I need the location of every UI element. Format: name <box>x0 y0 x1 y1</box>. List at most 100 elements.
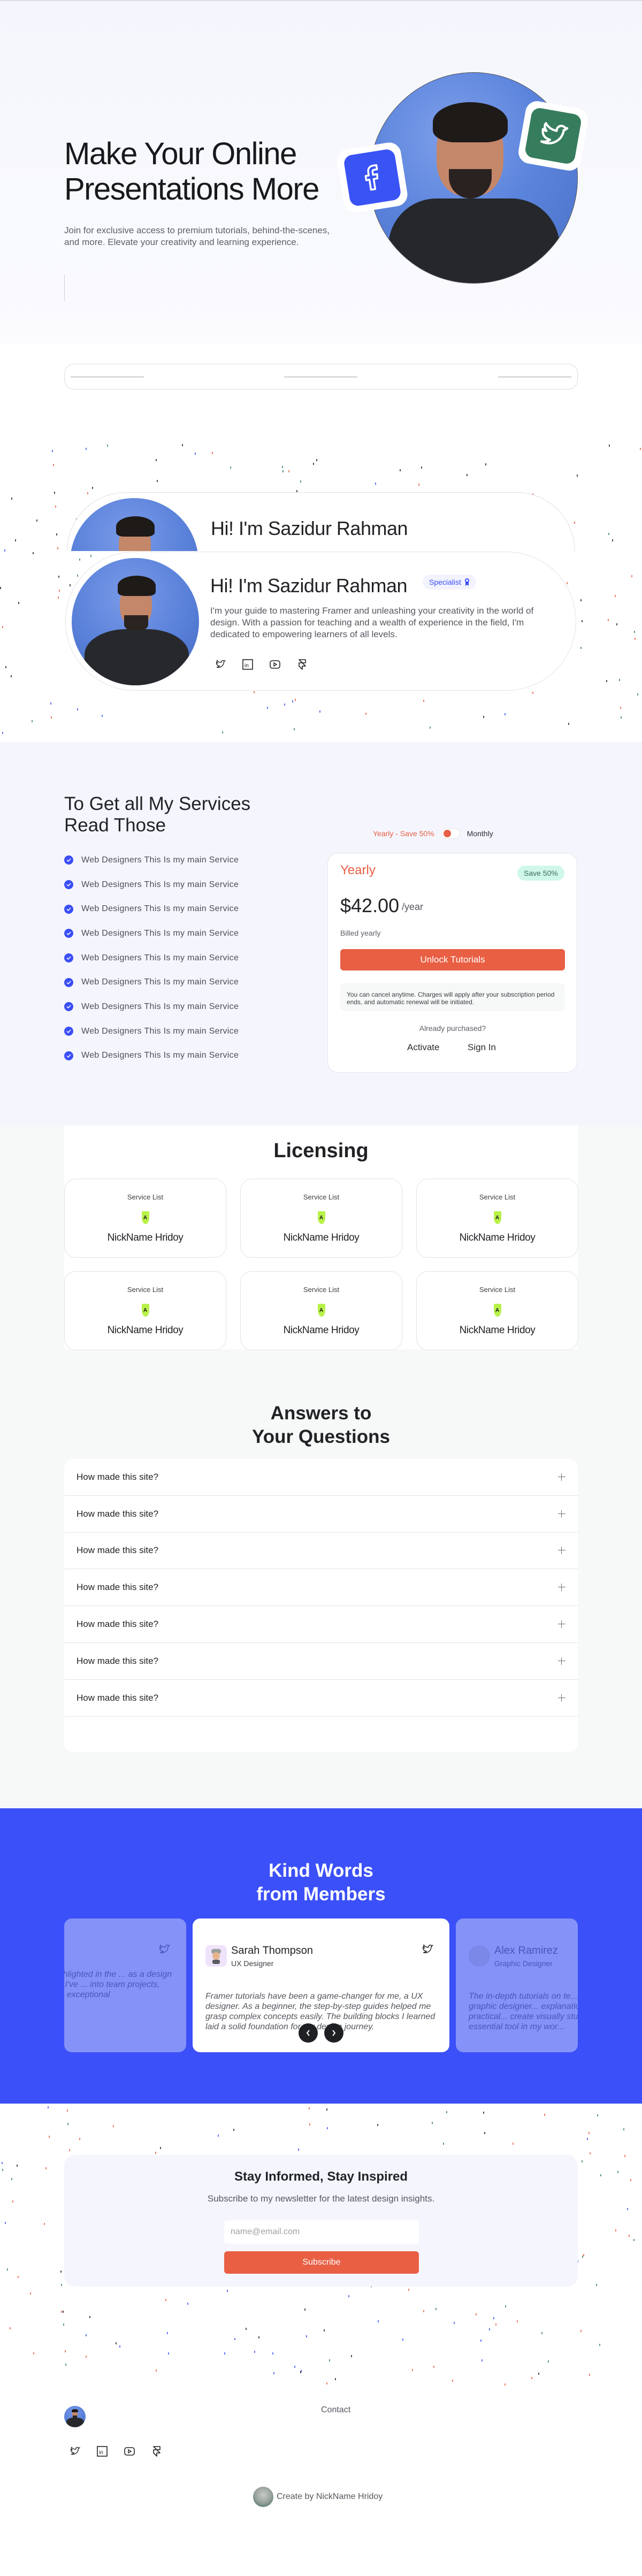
speckle <box>600 2174 601 2176</box>
speckle <box>306 2335 307 2337</box>
speckle <box>294 2366 295 2368</box>
about-avatar <box>72 558 199 685</box>
service-item: Web Designers This Is my main Service <box>64 970 239 995</box>
unlock-tutorials-button[interactable]: Unlock Tutorials <box>340 949 565 970</box>
speckle <box>70 584 71 586</box>
billing-switch[interactable] <box>441 828 460 839</box>
service-item: Web Designers This Is my main Service <box>64 995 239 1019</box>
speckle <box>582 2256 583 2258</box>
footer-social-links: in <box>68 2445 163 2458</box>
billing-note: Billed yearly <box>340 929 381 937</box>
youtube-link[interactable] <box>123 2445 136 2458</box>
speckle <box>58 576 59 578</box>
speckle <box>418 484 419 486</box>
footer-credit[interactable]: Create by NickName Hridoy <box>253 2487 383 2507</box>
twitter-link[interactable] <box>214 658 227 671</box>
license-card[interactable]: Service List A NickName Hridoy <box>416 1271 578 1350</box>
speckle <box>59 590 60 592</box>
speckle <box>505 713 506 715</box>
linkedin-link[interactable]: in <box>241 658 254 671</box>
plus-icon <box>558 1510 565 1518</box>
license-card-name: NickName Hridoy <box>107 1232 184 1243</box>
tab-placeholder[interactable] <box>284 376 357 378</box>
cancel-notice: You can cancel anytime. Charges will app… <box>340 983 565 1011</box>
testimonial-card-next[interactable]: Alex Ramirez Graphic Designer The in-dep… <box>456 1918 578 2052</box>
twitter-badge[interactable] <box>516 99 590 173</box>
faq-item[interactable]: How made this site? <box>64 1680 578 1717</box>
service-list: Web Designers This Is my main Service We… <box>64 848 239 1068</box>
license-card[interactable]: Service List A NickName Hridoy <box>416 1179 578 1258</box>
speckle <box>580 2330 582 2332</box>
speckle <box>86 2334 87 2336</box>
faq-item[interactable]: How made this site? <box>64 1496 578 1533</box>
framer-link[interactable] <box>150 2445 163 2458</box>
faq-item[interactable]: How made this site? <box>64 1533 578 1570</box>
tab-placeholder[interactable] <box>498 376 571 378</box>
about-name: Hi! I'm Sazidur Rahman <box>210 575 408 597</box>
license-card-name: NickName Hridoy <box>283 1325 360 1336</box>
check-circle-icon <box>64 1027 73 1036</box>
service-label: Web Designers This Is my main Service <box>81 880 239 889</box>
speckle <box>53 464 54 466</box>
about-card-back: Hi! I'm Sazidur Rahman <box>67 492 575 551</box>
licensing-title: Licensing <box>273 1140 369 1162</box>
speckle <box>623 2128 624 2130</box>
license-card[interactable]: Service List A NickName Hridoy <box>64 1179 226 1258</box>
linkedin-icon: in <box>242 659 253 670</box>
speckle <box>254 2351 255 2353</box>
billing-yearly-label[interactable]: Yearly - Save 50% <box>373 829 434 838</box>
email-input[interactable] <box>224 2220 419 2244</box>
speckle <box>7 2268 8 2271</box>
license-card-name: NickName Hridoy <box>283 1232 360 1243</box>
service-item: Web Designers This Is my main Service <box>64 873 239 897</box>
speckle <box>435 2308 437 2310</box>
speckle <box>300 480 301 483</box>
speckle <box>246 2328 247 2330</box>
sign-in-link[interactable]: Sign In <box>468 1042 496 1053</box>
twitter-link[interactable] <box>68 2445 81 2458</box>
billing-monthly-label[interactable]: Monthly <box>467 829 493 838</box>
faq-item[interactable]: How made this site? <box>64 1606 578 1643</box>
chevron-left-icon <box>306 2030 310 2036</box>
faq-item[interactable]: How made this site? <box>64 1643 578 1680</box>
tab-placeholder[interactable] <box>71 376 144 378</box>
portrait-hair <box>433 102 508 142</box>
faq-item[interactable]: How made this site? <box>64 1569 578 1607</box>
twitter-icon <box>540 122 569 144</box>
prev-testimonial-button[interactable] <box>299 2023 318 2043</box>
youtube-icon <box>124 2447 135 2456</box>
speckle <box>300 2371 301 2373</box>
speckle <box>187 2303 188 2305</box>
contact-link[interactable]: Contact <box>321 2405 350 2415</box>
check-circle-icon <box>64 953 73 963</box>
license-card-label: Service List <box>479 1193 516 1201</box>
license-card[interactable]: Service List A NickName Hridoy <box>240 1179 402 1258</box>
facebook-badge[interactable] <box>335 141 409 215</box>
speckle <box>590 2152 591 2154</box>
testimonial-card-prev[interactable]: ...ices highlighted in the ... as a desi… <box>64 1918 186 2052</box>
speckle <box>86 2356 87 2358</box>
speckle <box>77 708 78 710</box>
youtube-link[interactable] <box>269 658 281 671</box>
svg-text:in: in <box>99 2450 103 2456</box>
shield-logo-icon: A <box>493 1304 501 1317</box>
footer-avatar[interactable] <box>64 2406 86 2427</box>
speckle <box>267 707 268 709</box>
speckle <box>254 691 255 693</box>
speckle <box>49 2136 50 2138</box>
speckle <box>67 2123 68 2125</box>
speckle <box>60 2271 62 2273</box>
subscribe-button[interactable]: Subscribe <box>224 2251 419 2274</box>
framer-link[interactable] <box>296 658 309 671</box>
license-card[interactable]: Service List A NickName Hridoy <box>64 1271 226 1350</box>
speckle <box>282 466 283 468</box>
service-item: Web Designers This Is my main Service <box>64 848 239 873</box>
twitter-icon[interactable] <box>422 1944 433 1955</box>
speckle <box>635 638 636 640</box>
speckle <box>324 2329 325 2332</box>
linkedin-link[interactable]: in <box>96 2445 109 2458</box>
activate-link[interactable]: Activate <box>407 1042 439 1053</box>
license-card[interactable]: Service List A NickName Hridoy <box>240 1271 402 1350</box>
faq-item[interactable]: How made this site? <box>64 1459 578 1496</box>
next-testimonial-button[interactable] <box>324 2023 343 2043</box>
